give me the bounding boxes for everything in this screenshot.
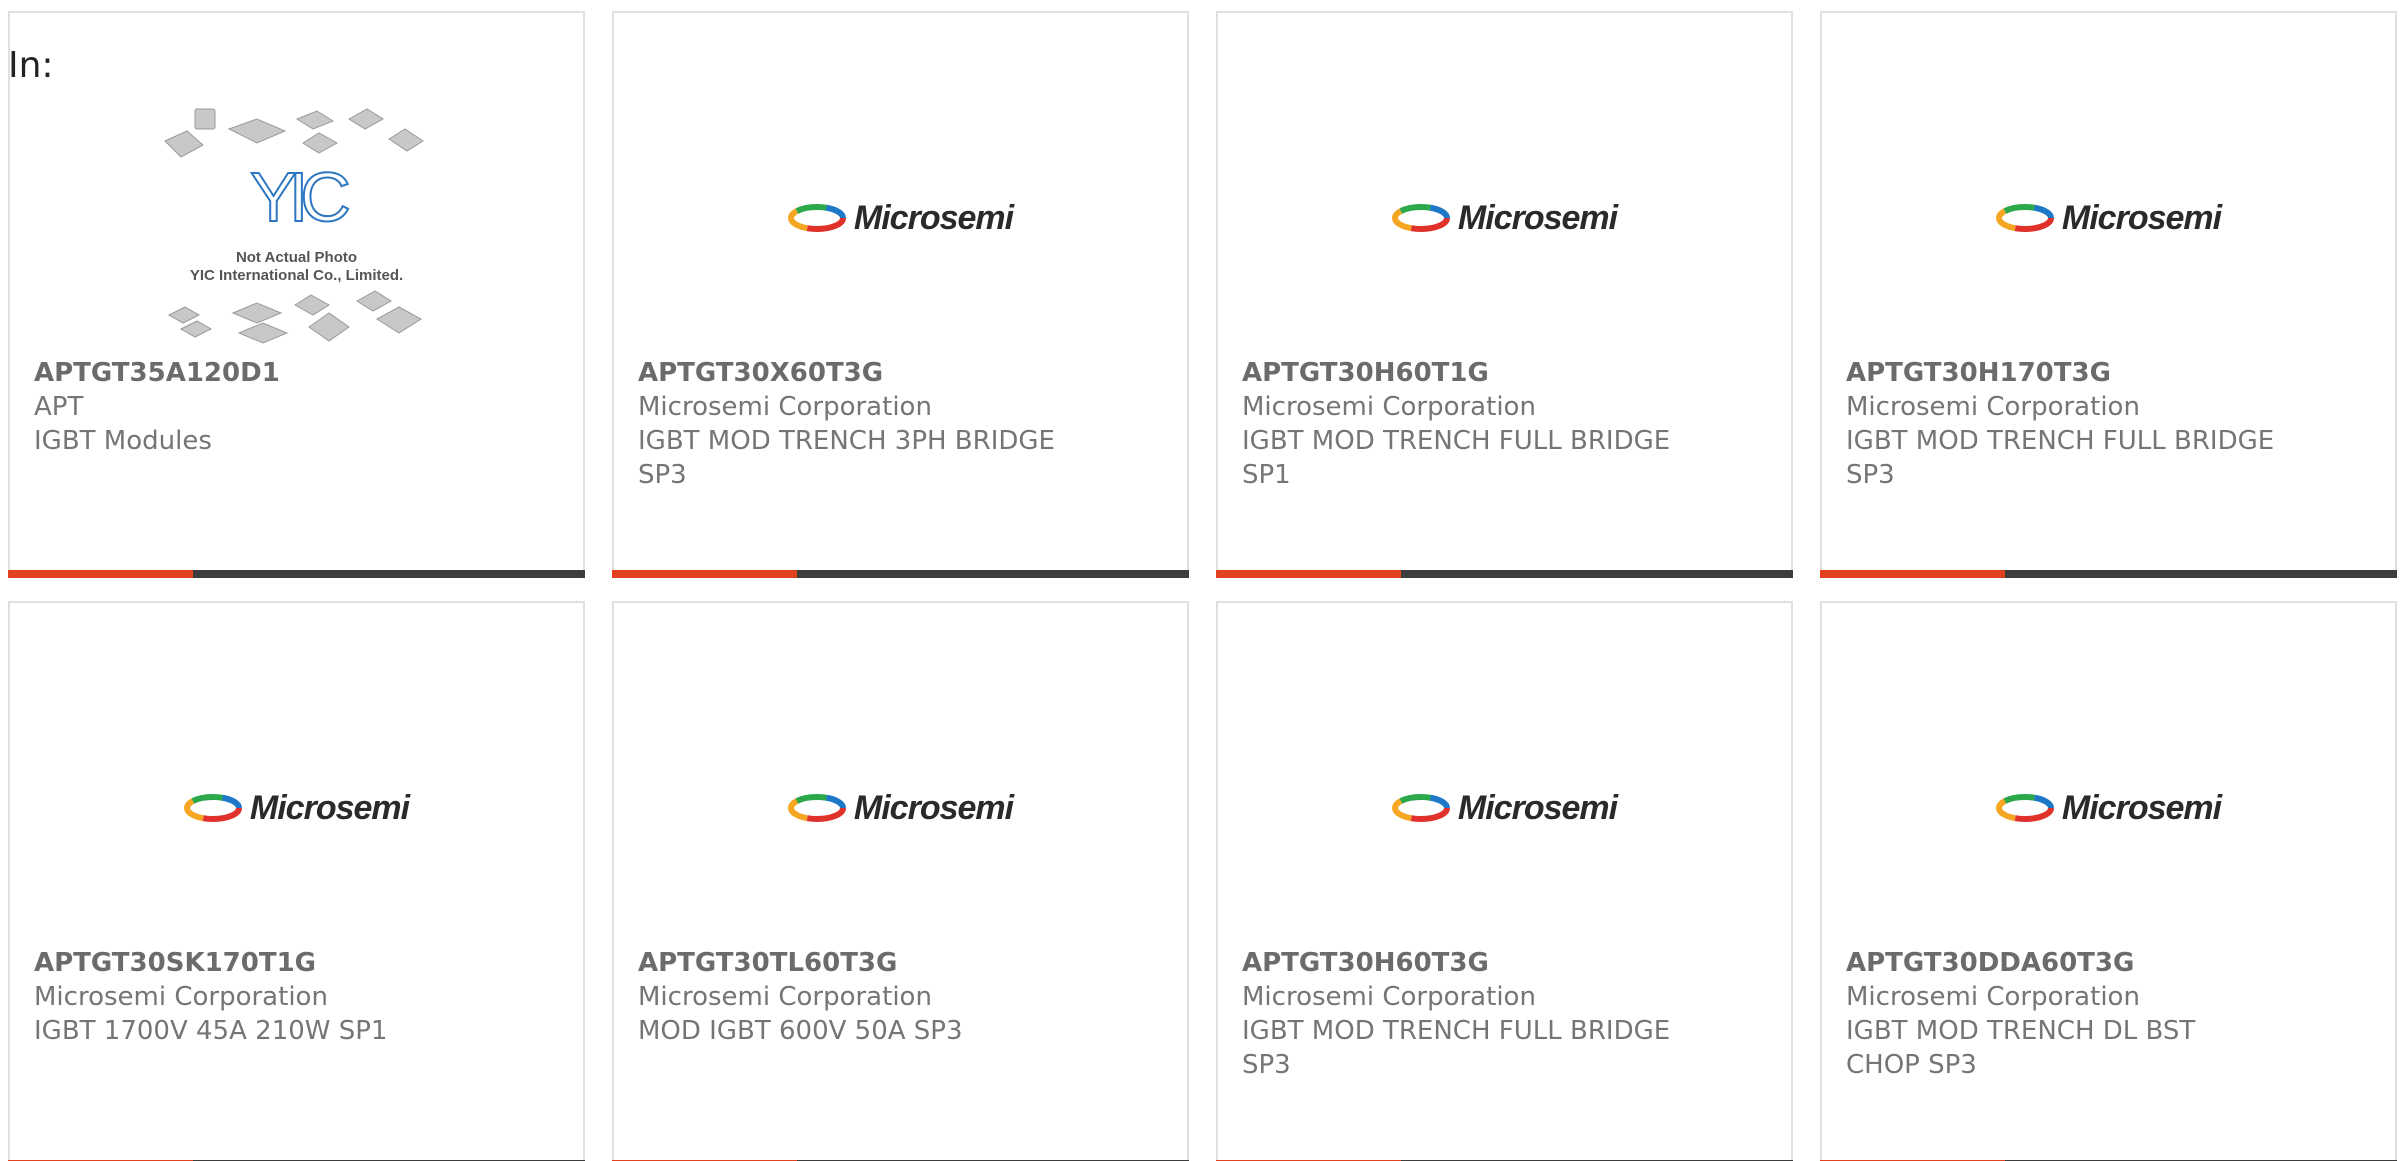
description: IGBT MOD TRENCH FULL BRIDGE	[1846, 426, 2275, 456]
placeholder-caption-2: YIC International Co., Limited.	[189, 267, 404, 284]
product-info: APTGT30H60T3G Microsemi Corporation IGBT M…	[1242, 946, 1767, 1082]
microsemi-swoosh-icon	[1995, 794, 2054, 822]
product-image[interactable]: YIC Not Actual Photo YIC International Co.…	[10, 101, 583, 351]
product-card[interactable]: Microsemi APTGT30H170T3G Microsemi Corpor…	[1820, 11, 2397, 578]
manufacturer: Microsemi Corporation	[638, 982, 932, 1012]
product-image[interactable]: Microsemi	[1822, 683, 2395, 933]
card-bottom-bar-accent	[612, 570, 797, 578]
microsemi-swoosh-icon	[1391, 794, 1450, 822]
product-card[interactable]: Microsemi APTGT30X60T3G Microsemi Corpora…	[612, 11, 1189, 578]
product-image[interactable]: Microsemi	[614, 683, 1187, 933]
description: IGBT MOD TRENCH FULL BRIDGE	[1242, 1016, 1671, 1046]
microsemi-swoosh-icon	[787, 794, 846, 822]
part-number[interactable]: APTGT30DDA60T3G	[1846, 946, 2371, 980]
product-info: APTGT30X60T3G Microsemi Corporation IGBT M…	[638, 356, 1163, 492]
description: IGBT MOD TRENCH DL BST	[1846, 1016, 2196, 1046]
card-bottom-bar-accent	[8, 570, 193, 578]
part-number[interactable]: APTGT30H60T3G	[1242, 946, 1767, 980]
product-listing-page: In: YIC Not Actual Photo YIC International…	[0, 0, 2400, 1161]
description: IGBT MOD TRENCH 3PH BRIDGE	[638, 426, 1055, 456]
product-card[interactable]: Microsemi APTGT30H60T3G Microsemi Corpora…	[1216, 601, 1793, 1161]
product-image[interactable]: Microsemi	[10, 683, 583, 933]
card-bottom-bar	[8, 570, 585, 578]
manufacturer: Microsemi Corporation	[1242, 392, 1536, 422]
microsemi-logo: Microsemi	[1995, 788, 2222, 828]
manufacturer: Microsemi Corporation	[1846, 392, 2140, 422]
microsemi-swoosh-icon	[183, 794, 242, 822]
product-image[interactable]: Microsemi	[1218, 93, 1791, 343]
product-info: APTGT30DDA60T3G Microsemi Corporation IGBT…	[1846, 946, 2371, 1082]
product-info: APTGT30H60T1G Microsemi Corporation IGBT M…	[1242, 356, 1767, 492]
microsemi-logo-text: Microsemi	[1457, 788, 1618, 827]
microsemi-swoosh-icon	[1391, 204, 1450, 232]
product-card[interactable]: Microsemi APTGT30SK170T1G Microsemi Corpo…	[8, 601, 585, 1161]
part-number[interactable]: APTGT30X60T3G	[638, 356, 1163, 390]
description-line-2: SP3	[638, 460, 687, 490]
product-card[interactable]: Microsemi APTGT30H60T1G Microsemi Corpora…	[1216, 11, 1793, 578]
microsemi-logo-text: Microsemi	[249, 788, 410, 827]
product-info: APTGT30SK170T1G Microsemi Corporation IGBT…	[34, 946, 559, 1048]
microsemi-logo: Microsemi	[1391, 788, 1618, 828]
product-card[interactable]: YIC Not Actual Photo YIC International Co.…	[8, 11, 585, 578]
card-bottom-bar-accent	[1216, 570, 1401, 578]
description: IGBT 1700V 45A 210W SP1	[34, 1016, 388, 1046]
part-number[interactable]: APTGT30SK170T1G	[34, 946, 559, 980]
microsemi-logo: Microsemi	[787, 198, 1014, 238]
card-bottom-bar-accent	[1820, 570, 2005, 578]
microsemi-swoosh-icon	[1995, 204, 2054, 232]
microsemi-logo: Microsemi	[1391, 198, 1618, 238]
microsemi-logo-text: Microsemi	[853, 198, 1014, 237]
manufacturer: Microsemi Corporation	[1242, 982, 1536, 1012]
microsemi-swoosh-icon	[787, 204, 846, 232]
placeholder-caption-1: Not Actual Photo	[235, 249, 358, 266]
description: IGBT MOD TRENCH FULL BRIDGE	[1242, 426, 1671, 456]
microsemi-logo-text: Microsemi	[1457, 198, 1618, 237]
in-label: In:	[8, 45, 54, 86]
microsemi-logo: Microsemi	[787, 788, 1014, 828]
product-info: APTGT30TL60T3G Microsemi Corporation MOD I…	[638, 946, 1163, 1048]
manufacturer: Microsemi Corporation	[34, 982, 328, 1012]
product-image[interactable]: Microsemi	[1218, 683, 1791, 933]
part-number[interactable]: APTGT35A120D1	[34, 356, 559, 390]
product-image[interactable]: Microsemi	[614, 93, 1187, 343]
product-info: APTGT30H170T3G Microsemi Corporation IGBT …	[1846, 356, 2371, 492]
microsemi-logo-text: Microsemi	[2061, 198, 2222, 237]
manufacturer: Microsemi Corporation	[1846, 982, 2140, 1012]
part-number[interactable]: APTGT30H60T1G	[1242, 356, 1767, 390]
card-bottom-bar	[612, 570, 1189, 578]
description-line-2: SP3	[1242, 1050, 1291, 1080]
not-actual-photo-placeholder: YIC Not Actual Photo YIC International Co.…	[157, 101, 437, 351]
product-info: APTGT35A120D1 APT IGBT Modules	[34, 356, 559, 458]
product-card[interactable]: Microsemi APTGT30TL60T3G Microsemi Corpor…	[612, 601, 1189, 1161]
description: IGBT Modules	[34, 426, 212, 456]
description-line-2: SP1	[1242, 460, 1291, 490]
card-bottom-bar	[1820, 570, 2397, 578]
description-line-2: CHOP SP3	[1846, 1050, 1977, 1080]
manufacturer: APT	[34, 392, 84, 422]
card-bottom-bar	[1216, 570, 1793, 578]
microsemi-logo: Microsemi	[1995, 198, 2222, 238]
part-number[interactable]: APTGT30TL60T3G	[638, 946, 1163, 980]
microsemi-logo: Microsemi	[183, 788, 410, 828]
part-number[interactable]: APTGT30H170T3G	[1846, 356, 2371, 390]
description-line-2: SP3	[1846, 460, 1895, 490]
yic-logo: YIC	[249, 158, 352, 236]
product-card[interactable]: Microsemi APTGT30DDA60T3G Microsemi Corpo…	[1820, 601, 2397, 1161]
description: MOD IGBT 600V 50A SP3	[638, 1016, 963, 1046]
microsemi-logo-text: Microsemi	[2061, 788, 2222, 827]
microsemi-logo-text: Microsemi	[853, 788, 1014, 827]
product-image[interactable]: Microsemi	[1822, 93, 2395, 343]
manufacturer: Microsemi Corporation	[638, 392, 932, 422]
